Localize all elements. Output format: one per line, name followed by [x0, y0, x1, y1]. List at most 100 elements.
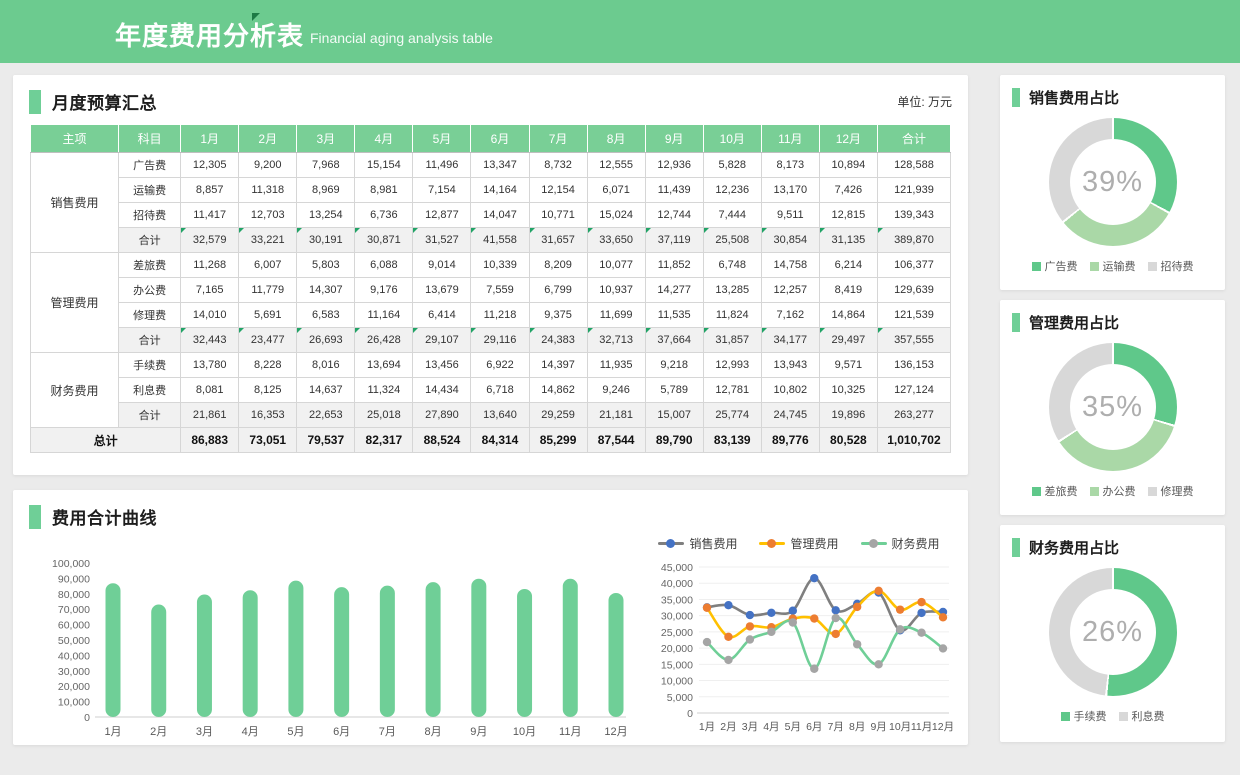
- value-cell[interactable]: 9,246: [587, 378, 645, 403]
- value-cell[interactable]: 87,544: [587, 428, 645, 453]
- value-cell[interactable]: 14,307: [297, 278, 355, 303]
- value-cell[interactable]: 13,347: [471, 153, 529, 178]
- value-cell[interactable]: 24,745: [761, 403, 819, 428]
- value-cell[interactable]: 357,555: [877, 328, 950, 353]
- value-cell[interactable]: 10,325: [819, 378, 877, 403]
- value-cell[interactable]: 13,254: [297, 203, 355, 228]
- value-cell[interactable]: 127,124: [877, 378, 950, 403]
- value-cell[interactable]: 12,781: [703, 378, 761, 403]
- value-cell[interactable]: 9,511: [761, 203, 819, 228]
- value-cell[interactable]: 128,588: [877, 153, 950, 178]
- value-cell[interactable]: 12,993: [703, 353, 761, 378]
- value-cell[interactable]: 139,343: [877, 203, 950, 228]
- value-cell[interactable]: 32,443: [181, 328, 239, 353]
- value-cell[interactable]: 26,428: [355, 328, 413, 353]
- value-cell[interactable]: 106,377: [877, 253, 950, 278]
- value-cell[interactable]: 9,218: [645, 353, 703, 378]
- value-cell[interactable]: 12,744: [645, 203, 703, 228]
- value-cell[interactable]: 26,693: [297, 328, 355, 353]
- value-cell[interactable]: 8,228: [239, 353, 297, 378]
- value-cell[interactable]: 31,857: [703, 328, 761, 353]
- value-cell[interactable]: 6,088: [355, 253, 413, 278]
- subject-cell[interactable]: 运输费: [119, 178, 181, 203]
- value-cell[interactable]: 11,268: [181, 253, 239, 278]
- value-cell[interactable]: 6,214: [819, 253, 877, 278]
- value-cell[interactable]: 7,165: [181, 278, 239, 303]
- subject-cell[interactable]: 手续费: [119, 353, 181, 378]
- value-cell[interactable]: 30,871: [355, 228, 413, 253]
- value-cell[interactable]: 10,937: [587, 278, 645, 303]
- value-cell[interactable]: 85,299: [529, 428, 587, 453]
- value-cell[interactable]: 13,943: [761, 353, 819, 378]
- value-cell[interactable]: 12,555: [587, 153, 645, 178]
- value-cell[interactable]: 37,119: [645, 228, 703, 253]
- value-cell[interactable]: 6,922: [471, 353, 529, 378]
- legend-item[interactable]: 广告费: [1032, 258, 1078, 274]
- value-cell[interactable]: 29,259: [529, 403, 587, 428]
- value-cell[interactable]: 33,221: [239, 228, 297, 253]
- value-cell[interactable]: 14,164: [471, 178, 529, 203]
- value-cell[interactable]: 21,861: [181, 403, 239, 428]
- value-cell[interactable]: 13,456: [413, 353, 471, 378]
- value-cell[interactable]: 10,894: [819, 153, 877, 178]
- value-cell[interactable]: 7,426: [819, 178, 877, 203]
- value-cell[interactable]: 5,789: [645, 378, 703, 403]
- value-cell[interactable]: 6,583: [297, 303, 355, 328]
- value-cell[interactable]: 6,748: [703, 253, 761, 278]
- subject-cell[interactable]: 差旅费: [119, 253, 181, 278]
- value-cell[interactable]: 10,771: [529, 203, 587, 228]
- value-cell[interactable]: 31,657: [529, 228, 587, 253]
- subject-cell[interactable]: 合计: [119, 228, 181, 253]
- value-cell[interactable]: 11,496: [413, 153, 471, 178]
- value-cell[interactable]: 27,890: [413, 403, 471, 428]
- value-cell[interactable]: 11,535: [645, 303, 703, 328]
- legend-item[interactable]: 办公费: [1090, 483, 1136, 499]
- value-cell[interactable]: 9,375: [529, 303, 587, 328]
- value-cell[interactable]: 8,732: [529, 153, 587, 178]
- legend-item[interactable]: 利息费: [1119, 708, 1165, 724]
- value-cell[interactable]: 8,969: [297, 178, 355, 203]
- value-cell[interactable]: 30,854: [761, 228, 819, 253]
- value-cell[interactable]: 88,524: [413, 428, 471, 453]
- subject-cell[interactable]: 合计: [119, 328, 181, 353]
- value-cell[interactable]: 31,135: [819, 228, 877, 253]
- value-cell[interactable]: 11,324: [355, 378, 413, 403]
- legend-item[interactable]: 管理费用: [759, 535, 838, 552]
- value-cell[interactable]: 11,318: [239, 178, 297, 203]
- value-cell[interactable]: 82,317: [355, 428, 413, 453]
- value-cell[interactable]: 6,007: [239, 253, 297, 278]
- value-cell[interactable]: 14,637: [297, 378, 355, 403]
- value-cell[interactable]: 8,857: [181, 178, 239, 203]
- value-cell[interactable]: 11,218: [471, 303, 529, 328]
- value-cell[interactable]: 33,650: [587, 228, 645, 253]
- value-cell[interactable]: 7,968: [297, 153, 355, 178]
- value-cell[interactable]: 12,877: [413, 203, 471, 228]
- value-cell[interactable]: 13,285: [703, 278, 761, 303]
- value-cell[interactable]: 34,177: [761, 328, 819, 353]
- value-cell[interactable]: 21,181: [587, 403, 645, 428]
- value-cell[interactable]: 9,176: [355, 278, 413, 303]
- subject-cell[interactable]: 招待费: [119, 203, 181, 228]
- value-cell[interactable]: 14,434: [413, 378, 471, 403]
- value-cell[interactable]: 1,010,702: [877, 428, 950, 453]
- value-cell[interactable]: 263,277: [877, 403, 950, 428]
- value-cell[interactable]: 12,305: [181, 153, 239, 178]
- legend-item[interactable]: 招待费: [1148, 258, 1194, 274]
- value-cell[interactable]: 6,071: [587, 178, 645, 203]
- value-cell[interactable]: 9,014: [413, 253, 471, 278]
- value-cell[interactable]: 11,852: [645, 253, 703, 278]
- value-cell[interactable]: 12,703: [239, 203, 297, 228]
- value-cell[interactable]: 86,883: [181, 428, 239, 453]
- value-cell[interactable]: 11,439: [645, 178, 703, 203]
- value-cell[interactable]: 23,477: [239, 328, 297, 353]
- value-cell[interactable]: 6,736: [355, 203, 413, 228]
- subject-cell[interactable]: 广告费: [119, 153, 181, 178]
- value-cell[interactable]: 19,896: [819, 403, 877, 428]
- value-cell[interactable]: 7,559: [471, 278, 529, 303]
- value-cell[interactable]: 14,277: [645, 278, 703, 303]
- value-cell[interactable]: 5,803: [297, 253, 355, 278]
- value-cell[interactable]: 41,558: [471, 228, 529, 253]
- value-cell[interactable]: 25,018: [355, 403, 413, 428]
- value-cell[interactable]: 83,139: [703, 428, 761, 453]
- legend-item[interactable]: 销售费用: [658, 535, 737, 552]
